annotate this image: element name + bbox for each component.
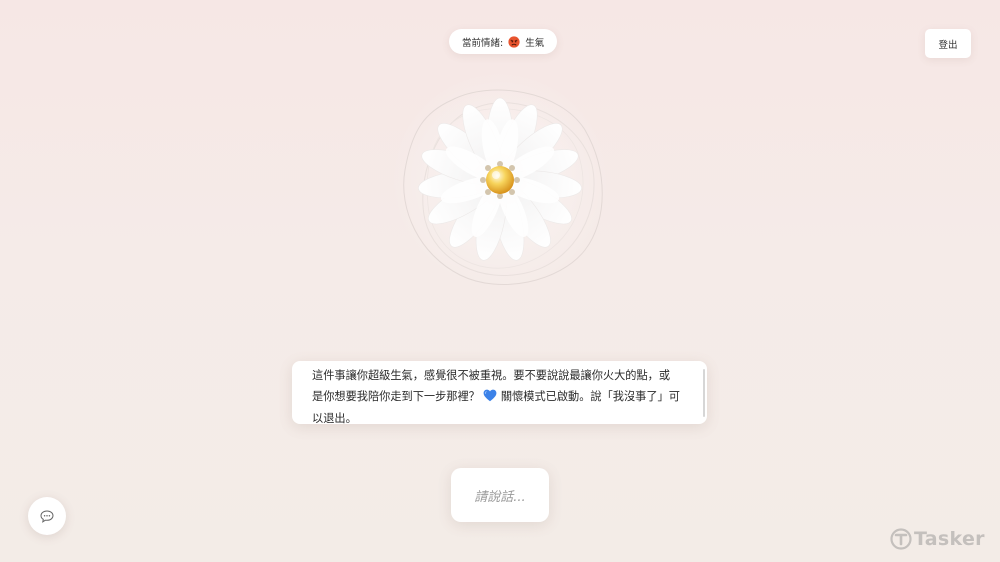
logout-button[interactable]: 登出 xyxy=(925,29,971,58)
mood-label: 當前情緒: xyxy=(462,37,504,49)
chat-toggle-button[interactable] xyxy=(28,497,66,535)
speech-bubble-icon xyxy=(40,509,54,523)
blue-heart-icon xyxy=(483,389,497,410)
logout-button-label: 登出 xyxy=(938,39,958,51)
mood-value: 生氣 xyxy=(525,37,545,49)
watermark-text: Tasker xyxy=(914,528,985,550)
speak-placeholder: 請說話... xyxy=(474,489,526,505)
speak-input-button[interactable]: 請說話... xyxy=(451,468,549,522)
current-mood-indicator: 當前情緒: 生氣 xyxy=(449,29,558,54)
angry-face-icon xyxy=(508,35,520,48)
daisy-flower-icon xyxy=(390,70,610,290)
tasker-watermark: Tasker xyxy=(890,528,985,550)
flower-visual xyxy=(380,60,620,300)
assistant-message-text: 這件事讓你超級生氣，感覺很不被重視。要不要說說最讓你火大的點，或是你想要我陪你走… xyxy=(312,366,681,424)
tasker-logo-icon xyxy=(890,528,912,550)
message-scrollbar[interactable] xyxy=(703,369,705,417)
assistant-message-card: 這件事讓你超級生氣，感覺很不被重視。要不要說說最讓你火大的點，或是你想要我陪你走… xyxy=(292,361,707,424)
